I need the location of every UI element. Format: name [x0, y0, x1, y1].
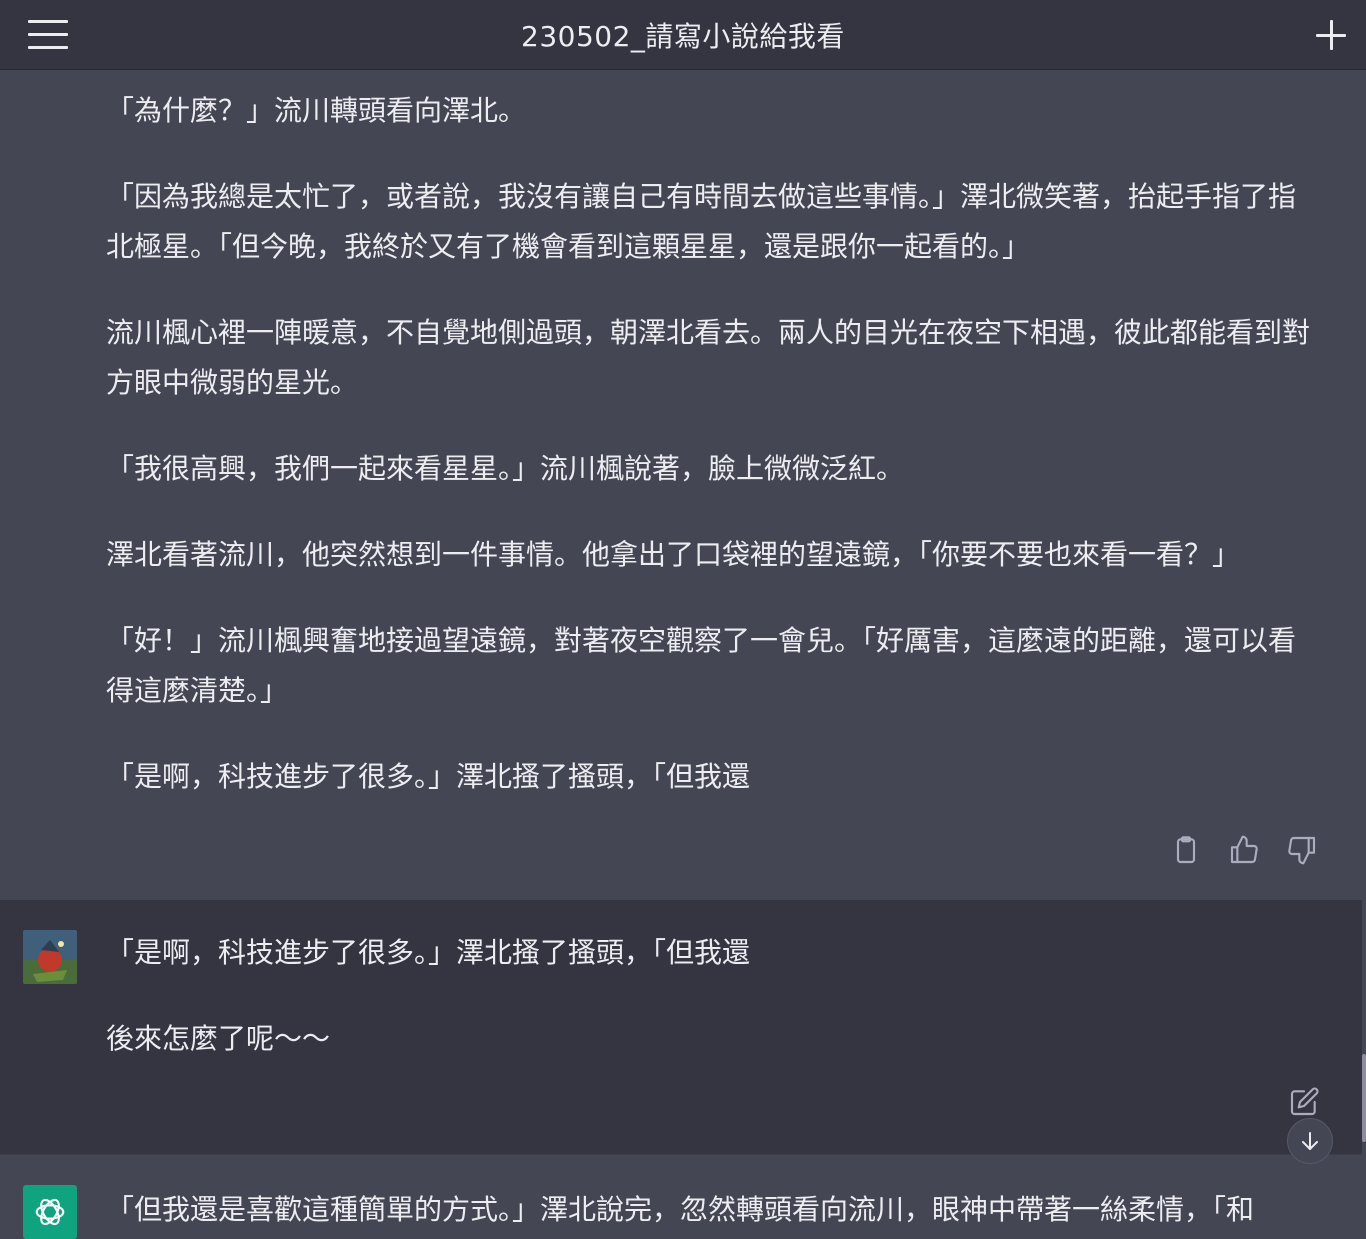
paragraph: 「是啊，科技進步了很多。」澤北搔了搔頭，「但我還: [106, 936, 751, 969]
paragraph: 「好！」流川楓興奮地接過望遠鏡，對著夜空觀察了一會兒。「好厲害，這麼遠的距離，還…: [106, 624, 1297, 707]
paragraph: 流川楓心裡一陣暖意，不自覺地側過頭，朝澤北看去。兩人的目光在夜空下相遇，彼此都能…: [106, 316, 1311, 399]
menu-icon[interactable]: [28, 20, 68, 50]
thumbs-down-icon[interactable]: [1286, 834, 1318, 866]
user-message-text: 「是啊，科技進步了很多。」澤北搔了搔頭，「但我還 後來怎麼了呢～～: [106, 928, 1321, 1100]
paragraph: 後來怎麼了呢～～: [106, 1022, 331, 1055]
assistant-message-text: 「為什麼？」流川轉頭看向澤北。 「因為我總是太忙了，或者說，我沒有讓自己有時間去…: [106, 86, 1321, 838]
user-avatar: [23, 930, 77, 984]
openai-logo-icon: [23, 1185, 77, 1239]
assistant-message-text: 「但我還是喜歡這種簡單的方式。」澤北說完，忽然轉頭看向流川，眼神中帶著一絲柔情，…: [106, 1185, 1321, 1235]
message-actions: [1170, 834, 1318, 866]
plus-icon[interactable]: [1314, 18, 1348, 52]
scrollbar-thumb[interactable]: [1362, 1054, 1366, 1142]
thumbs-up-icon[interactable]: [1228, 834, 1260, 866]
paragraph: 「是啊，科技進步了很多。」澤北搔了搔頭，「但我還: [106, 760, 751, 793]
paragraph: 澤北看著流川，他突然想到一件事情。他拿出了口袋裡的望遠鏡，「你要不要也來看一看？…: [106, 538, 1241, 571]
user-message: 「是啊，科技進步了很多。」澤北搔了搔頭，「但我還 後來怎麼了呢～～: [0, 900, 1362, 1154]
arrow-down-icon[interactable]: [1287, 1118, 1333, 1164]
paragraph: 「但我還是喜歡這種簡單的方式。」澤北說完，忽然轉頭看向流川，眼神中帶著一絲柔情，…: [106, 1193, 1255, 1226]
paragraph: 「我很高興，我們一起來看星星。」流川楓說著，臉上微微泛紅。: [106, 452, 905, 485]
assistant-message: 「為什麼？」流川轉頭看向澤北。 「因為我總是太忙了，或者說，我沒有讓自己有時間去…: [0, 70, 1362, 900]
clipboard-icon[interactable]: [1170, 834, 1202, 866]
edit-icon[interactable]: [1288, 1086, 1320, 1118]
assistant-message: 「但我還是喜歡這種簡單的方式。」澤北說完，忽然轉頭看向流川，眼神中帶著一絲柔情，…: [0, 1154, 1362, 1239]
paragraph: 「為什麼？」流川轉頭看向澤北。: [106, 94, 527, 127]
top-bar: 230502_請寫小說給我看: [0, 0, 1366, 70]
conversation-title: 230502_請寫小說給我看: [521, 19, 845, 53]
paragraph: 「因為我總是太忙了，或者說，我沒有讓自己有時間去做這些事情。」澤北微笑著，抬起手…: [106, 180, 1297, 263]
